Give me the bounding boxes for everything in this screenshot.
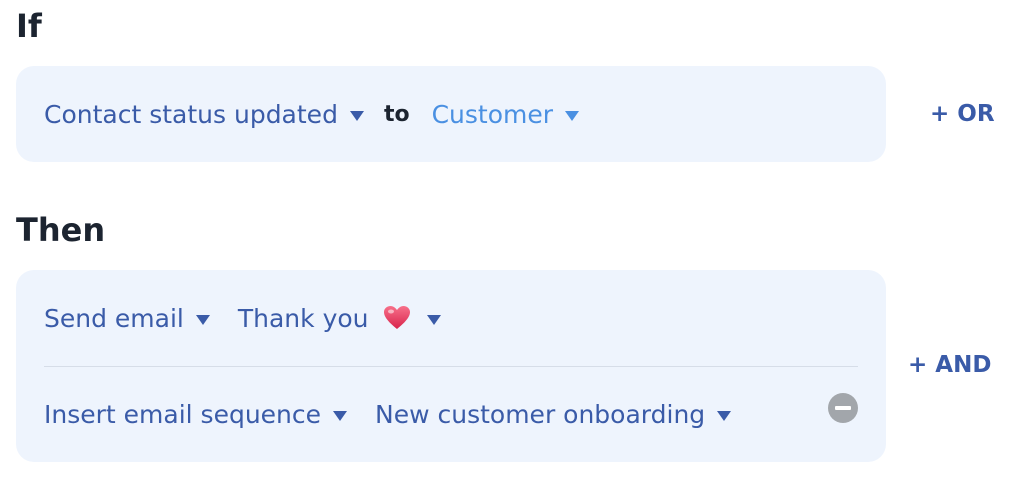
caret-down-icon — [717, 410, 732, 421]
if-condition-panel: Contact status updated to Customer — [16, 66, 886, 162]
action-type-dropdown[interactable]: Insert email sequence — [44, 399, 348, 429]
then-actions-panel: Send email Thank you Insert email sequen… — [16, 270, 886, 462]
email-template-dropdown[interactable]: Thank you — [238, 304, 441, 333]
email-sequence-dropdown[interactable]: New customer onboarding — [375, 399, 732, 429]
trigger-dropdown[interactable]: Contact status updated — [44, 100, 364, 129]
caret-down-icon — [426, 314, 441, 325]
if-condition-row: Contact status updated to Customer — [44, 94, 858, 134]
status-value-dropdown-label: Customer — [431, 99, 554, 129]
caret-down-icon — [565, 110, 580, 121]
trigger-dropdown-label: Contact status updated — [44, 99, 338, 129]
action-type-dropdown-label: Send email — [44, 303, 184, 333]
action-type-dropdown[interactable]: Send email — [44, 304, 210, 333]
action-row: Send email Thank you — [44, 298, 858, 338]
connector-label: to — [383, 101, 410, 127]
status-value-dropdown[interactable]: Customer — [431, 99, 580, 129]
action-type-dropdown-label: Insert email sequence — [44, 399, 322, 429]
caret-down-icon — [349, 110, 364, 121]
heart-icon — [383, 305, 411, 331]
action-divider — [44, 366, 858, 367]
caret-down-icon — [333, 410, 348, 421]
add-and-action-button[interactable]: + AND — [908, 352, 991, 378]
email-sequence-dropdown-label: New customer onboarding — [375, 399, 706, 429]
email-template-dropdown-label: Thank you — [237, 303, 369, 333]
add-or-condition-button[interactable]: + OR — [930, 101, 995, 127]
remove-action-icon[interactable] — [828, 393, 858, 423]
then-heading: Then — [16, 211, 106, 249]
caret-down-icon — [195, 314, 210, 325]
automation-rule-editor: If Contact status updated to Customer + … — [0, 0, 1024, 484]
action-row: Insert email sequence New customer onboa… — [44, 394, 858, 434]
if-heading: If — [16, 7, 42, 45]
